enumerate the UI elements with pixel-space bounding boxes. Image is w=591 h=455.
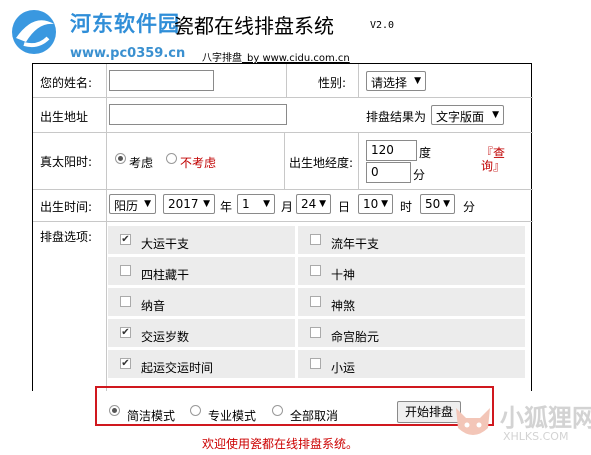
pro-mode-radio[interactable] [190,405,201,416]
option-cell: 神煞 [298,288,525,316]
day-select[interactable]: 24 ▼ [296,194,331,214]
option-cell: ✔ 大运干支 [108,226,295,254]
chevron-down-icon: ▼ [414,76,421,86]
lookup-link[interactable]: 『查询』 [481,147,511,173]
option-checkbox[interactable] [310,358,321,369]
degree-unit: 度 [419,146,432,160]
hour-select[interactable]: 10 ▼ [358,194,393,214]
year-select-value: 2017 [168,197,199,211]
option-checkbox[interactable] [120,296,131,307]
option-cell: ✔ 交运岁数 [108,319,295,347]
simple-mode-radio[interactable] [109,405,120,416]
month-unit: 月 [281,200,294,214]
birthplace-input[interactable] [109,104,287,125]
option-cell: 纳音 [108,288,295,316]
month-select[interactable]: 1 ▼ [237,194,275,214]
hour-select-value: 10 [363,197,379,211]
calendar-select-value: 阳历 [114,199,139,213]
minute-select-value: 50 [425,197,441,211]
solar-time-label: 真太阳时: [40,155,93,169]
version-label: V2.0 [370,20,395,31]
simple-mode-label: 简洁模式 [127,409,176,423]
site-watermark-name: 河东软件园 [70,12,180,36]
option-label: 纳音 [141,299,166,313]
solar-yes-radio[interactable] [115,153,126,164]
day-select-value: 24 [301,197,317,211]
longitude-minute-input[interactable]: 0 [366,162,411,183]
clear-all-label: 全部取消 [290,409,339,423]
option-label: 小运 [331,361,356,375]
site-watermark-url: www.pc0359.cn [70,46,186,61]
option-label: 交运岁数 [141,330,190,344]
option-cell: 小运 [298,350,525,378]
corner-url-watermark: XHLKS.COM [503,430,569,443]
gender-select[interactable]: 请选择 ▼ [366,71,426,91]
solar-yes-label: 考虑 [129,156,154,170]
chevron-down-icon: ▼ [381,199,388,209]
option-label: 命宫胎元 [331,330,380,344]
birthtime-label: 出生时间: [40,200,93,214]
result-label: 排盘结果为 [366,110,427,124]
solar-no-radio[interactable] [166,153,177,164]
option-checkbox[interactable]: ✔ [120,234,131,245]
options-panel: ✔ 大运干支 流年干支四柱藏干 十神纳音 神煞 ✔ 交运岁数 命宫胎元 ✔ 起运交运时间 小运 [108,226,525,384]
birthplace-label: 出生地址 [40,110,89,124]
corner-brand-watermark: 小狐狸网 [500,404,591,432]
minute-select[interactable]: 50 ▼ [420,194,455,214]
year-unit: 年 [220,200,233,214]
name-label: 您的姓名: [40,76,93,90]
option-label: 流年干支 [331,237,380,251]
option-checkbox[interactable] [120,265,131,276]
option-label: 四柱藏干 [141,268,190,282]
solar-no-label: 不考虑 [180,156,217,170]
option-label: 大运干支 [141,237,190,251]
minute-unit: 分 [413,168,426,182]
chevron-down-icon: ▼ [492,110,499,120]
month-select-value: 1 [242,197,250,211]
longitude-degree-input[interactable]: 120 [366,140,417,161]
minute-unit-label: 分 [463,200,476,214]
calendar-select[interactable]: 阳历 ▼ [109,194,156,214]
option-cell: 流年干支 [298,226,525,254]
option-cell: 四柱藏干 [108,257,295,285]
chevron-down-icon: ▼ [144,199,151,209]
name-input[interactable] [109,70,214,91]
option-label: 神煞 [331,299,356,313]
option-checkbox[interactable]: ✔ [120,327,131,338]
option-checkbox[interactable] [310,234,321,245]
gender-select-value: 请选择 [371,76,408,90]
year-select[interactable]: 2017 ▼ [163,194,215,214]
options-label: 排盘选项: [40,230,93,244]
chevron-down-icon: ▼ [203,199,210,209]
hour-unit: 时 [400,200,413,214]
option-label: 起运交运时间 [141,361,214,375]
option-checkbox[interactable] [310,296,321,307]
fox-logo-icon [456,408,490,435]
option-label: 十神 [331,268,356,282]
subtitle: 八字排盘_by www.cidu.com.cn [202,49,350,64]
chevron-down-icon: ▼ [319,199,326,209]
welcome-message: 欢迎使用瓷都在线排盘系统。 [202,437,359,451]
option-checkbox[interactable] [310,327,321,338]
result-select-value: 文字版面 [436,110,485,124]
chevron-down-icon: ▼ [263,199,270,209]
option-cell: ✔ 起运交运时间 [108,350,295,378]
option-cell: 十神 [298,257,525,285]
result-select[interactable]: 文字版面 ▼ [431,105,504,125]
option-cell: 命宫胎元 [298,319,525,347]
pro-mode-label: 专业模式 [208,409,257,423]
longitude-label: 出生地经度: [289,156,354,170]
chevron-down-icon: ▼ [443,199,450,209]
option-checkbox[interactable] [310,265,321,276]
page-title: 瓷都在线排盘系统 [174,14,334,38]
day-unit: 日 [338,200,351,214]
clear-all-radio[interactable] [272,405,283,416]
gender-label: 性别: [318,76,347,90]
option-checkbox[interactable]: ✔ [120,358,131,369]
